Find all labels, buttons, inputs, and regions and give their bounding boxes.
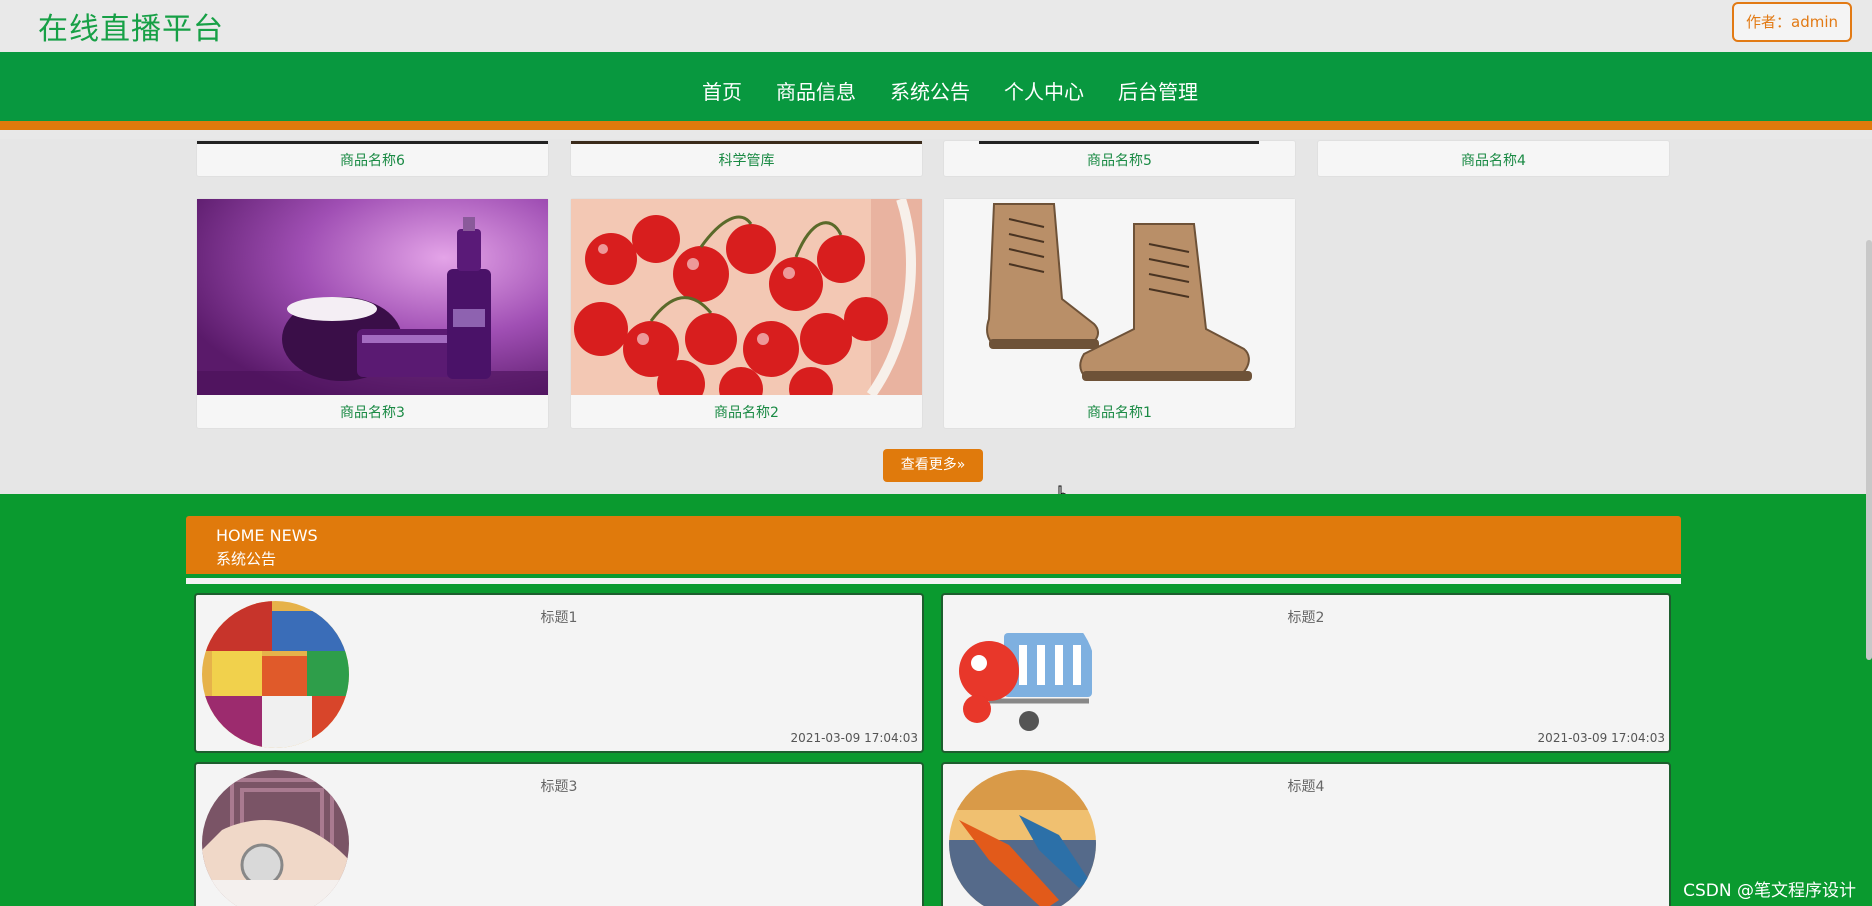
nav-home[interactable]: 首页 xyxy=(702,76,742,105)
page-scrollbar[interactable] xyxy=(1866,240,1872,660)
nav-products[interactable]: 商品信息 xyxy=(776,76,856,105)
product-name: 商品名称3 xyxy=(340,405,405,421)
product-card[interactable]: 商品名称5 xyxy=(943,140,1296,177)
news-title: 标题4 xyxy=(1287,779,1325,795)
news-title: 标题1 xyxy=(540,610,578,626)
cherries-image xyxy=(571,199,922,395)
news-item[interactable]: 标题4 xyxy=(941,762,1671,906)
product-card[interactable]: 商品名称4 xyxy=(1317,140,1670,177)
news-title: 标题2 xyxy=(1287,610,1325,626)
news-heading-en: HOME NEWS xyxy=(216,526,318,545)
news-item[interactable]: 标题3 xyxy=(194,762,924,906)
product-name: 商品名称4 xyxy=(1461,153,1526,169)
product-card[interactable]: 科学管库 xyxy=(570,140,923,177)
news-title: 标题3 xyxy=(540,779,578,795)
news-time: 2021-03-09 17:04:03 xyxy=(1537,731,1665,745)
nav-admin[interactable]: 后台管理 xyxy=(1118,76,1198,105)
product-card[interactable]: 商品名称2 xyxy=(570,198,923,429)
product-name: 商品名称6 xyxy=(340,153,405,169)
watermark: CSDN @笔文程序设计 xyxy=(1683,881,1856,901)
news-heading-zh: 系统公告 xyxy=(216,550,277,568)
site-title[interactable]: 在线直播平台 xyxy=(38,4,224,48)
view-more-button[interactable]: 查看更多» xyxy=(883,449,983,482)
top-header: 在线直播平台 作者：admin xyxy=(0,0,1872,52)
product-card[interactable]: 商品名称1 xyxy=(943,198,1296,429)
main-nav: 首页 商品信息 系统公告 个人中心 后台管理 xyxy=(0,52,1872,130)
product-name: 商品名称2 xyxy=(714,405,779,421)
product-name: 科学管库 xyxy=(718,153,775,169)
news-heading-bar: HOME NEWS 系统公告 xyxy=(186,516,1681,574)
news-time: 2021-03-09 17:04:03 xyxy=(790,731,918,745)
nav-announcements[interactable]: 系统公告 xyxy=(890,76,970,105)
product-name: 商品名称1 xyxy=(1087,405,1152,421)
news-item[interactable]: 标题1 2021-03-09 17:04:03 xyxy=(194,593,924,753)
nav-personal-center[interactable]: 个人中心 xyxy=(1004,76,1084,105)
cosmetics-image xyxy=(197,199,548,395)
news-item[interactable]: 标题2 2021-03-09 17:04:03 xyxy=(941,593,1671,753)
author-button[interactable]: 作者：admin xyxy=(1732,2,1852,42)
product-card[interactable]: 商品名称6 xyxy=(196,140,549,177)
news-divider xyxy=(186,578,1681,584)
product-name: 商品名称5 xyxy=(1087,153,1152,169)
boots-image xyxy=(944,199,1295,395)
product-card[interactable]: 商品名称3 xyxy=(196,198,549,429)
